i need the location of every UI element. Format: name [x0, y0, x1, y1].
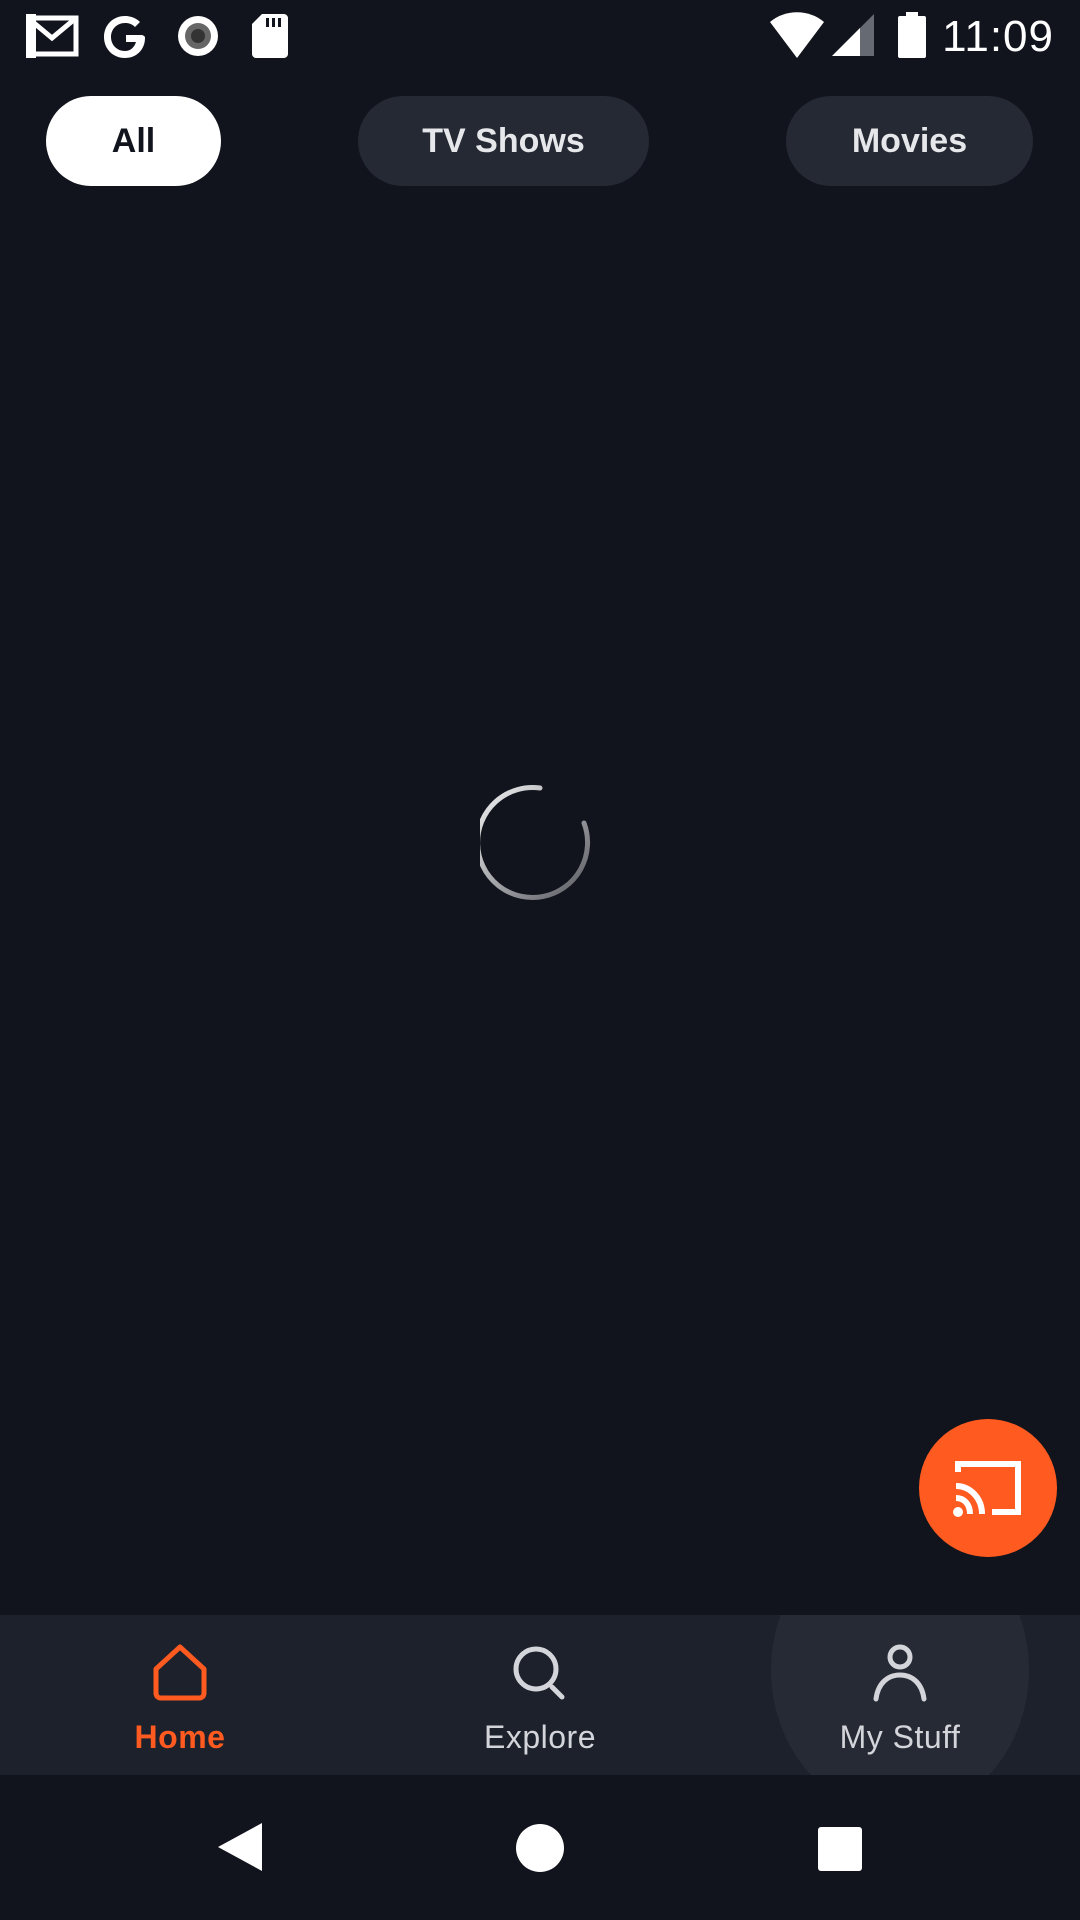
bottom-navigation: Home Explore My Stuff	[0, 1615, 1080, 1775]
filter-all-chip[interactable]: All	[46, 96, 221, 186]
app-screen: 11:09 All TV Shows Movies Home Explore M…	[0, 0, 1080, 1920]
nav-item-explore[interactable]: Explore	[390, 1615, 690, 1775]
battery-icon	[898, 12, 926, 58]
home-circle-icon[interactable]	[515, 1823, 565, 1873]
nav-item-home[interactable]: Home	[30, 1615, 330, 1775]
nav-label-explore: Explore	[484, 1719, 596, 1755]
google-icon	[104, 16, 145, 58]
sd-card-icon	[252, 14, 288, 58]
nav-item-my-stuff[interactable]: My Stuff	[750, 1615, 1050, 1775]
back-icon[interactable]	[216, 1821, 264, 1873]
wifi-icon	[770, 12, 824, 58]
status-time: 11:09	[942, 12, 1054, 61]
filter-movies-label: Movies	[851, 121, 968, 160]
system-navigation-bar	[0, 1775, 1080, 1920]
cast-button[interactable]	[919, 1419, 1057, 1557]
loading-spinner	[480, 785, 591, 900]
home-icon	[153, 1644, 207, 1701]
filter-tabs: All TV Shows Movies	[0, 96, 1080, 186]
cast-icon	[953, 1461, 1021, 1517]
filter-all-label: All	[111, 121, 156, 160]
filter-movies-chip[interactable]: Movies	[786, 96, 1033, 186]
nav-label-home: Home	[134, 1719, 226, 1755]
recents-icon[interactable]	[818, 1827, 862, 1871]
search-icon	[513, 1646, 565, 1700]
filter-tv-shows-chip[interactable]: TV Shows	[358, 96, 649, 186]
nav-label-my-stuff: My Stuff	[839, 1719, 961, 1755]
record-icon	[178, 16, 218, 56]
filter-tv-shows-label: TV Shows	[422, 121, 585, 160]
cell-signal-icon	[832, 14, 874, 56]
gmail-icon	[26, 14, 79, 58]
profile-icon	[873, 1644, 927, 1702]
status-bar: 11:09	[0, 0, 1080, 72]
